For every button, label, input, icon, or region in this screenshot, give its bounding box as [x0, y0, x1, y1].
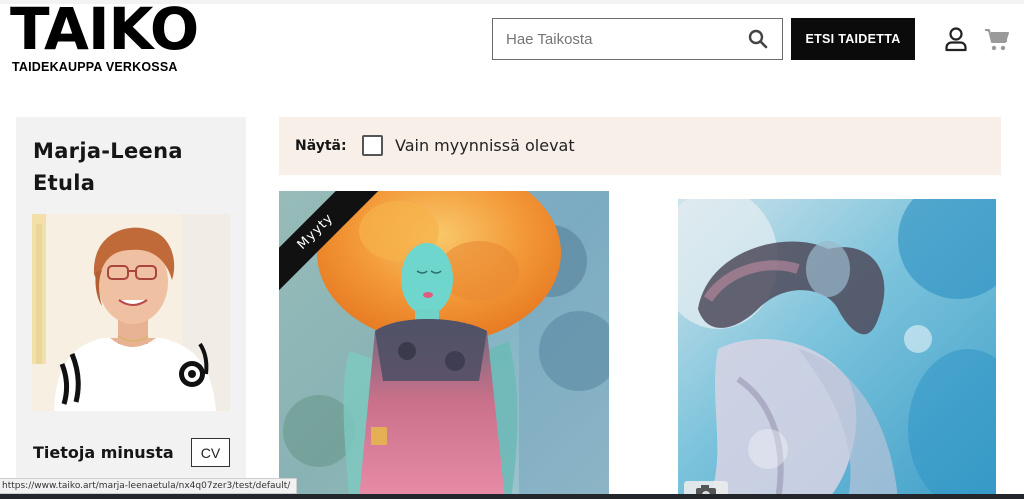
search-icon[interactable]: [748, 29, 768, 49]
user-icon[interactable]: [944, 26, 968, 52]
about-me-heading: Tietoja minusta: [33, 443, 174, 462]
taiko-logo[interactable]: TAIKO TAIDEKAUPPA VERKOSSA: [10, 0, 199, 74]
search-art-button[interactable]: ETSI TAIDETTA: [791, 18, 915, 60]
status-bar-url: https://www.taiko.art/marja-leenaetula/n…: [0, 478, 298, 494]
logo-wordmark: TAIKO: [10, 0, 199, 63]
artwork-card[interactable]: [678, 199, 996, 499]
artist-panel: Marja-Leena Etula Tietoja minusta CV: [16, 117, 246, 499]
cart-icon[interactable]: [984, 28, 1010, 52]
search-box: [492, 18, 783, 60]
taskbar: [0, 494, 1024, 499]
logo-tagline: TAIDEKAUPPA VERKOSSA: [12, 60, 178, 74]
filter-label: Näytä:: [295, 138, 347, 154]
search-input[interactable]: [493, 19, 743, 59]
for-sale-only-checkbox[interactable]: [362, 135, 383, 156]
cv-button[interactable]: CV: [191, 438, 230, 467]
artwork-card[interactable]: Myyty: [279, 191, 609, 499]
artist-name: Marja-Leena Etula: [33, 139, 183, 195]
artist-photo: [32, 214, 230, 411]
for-sale-only-label[interactable]: Vain myynnissä olevat: [395, 136, 575, 155]
filter-bar: Näytä: Vain myynnissä olevat: [279, 117, 1001, 175]
artwork-image: [678, 199, 996, 499]
artwork-image: [279, 191, 609, 499]
